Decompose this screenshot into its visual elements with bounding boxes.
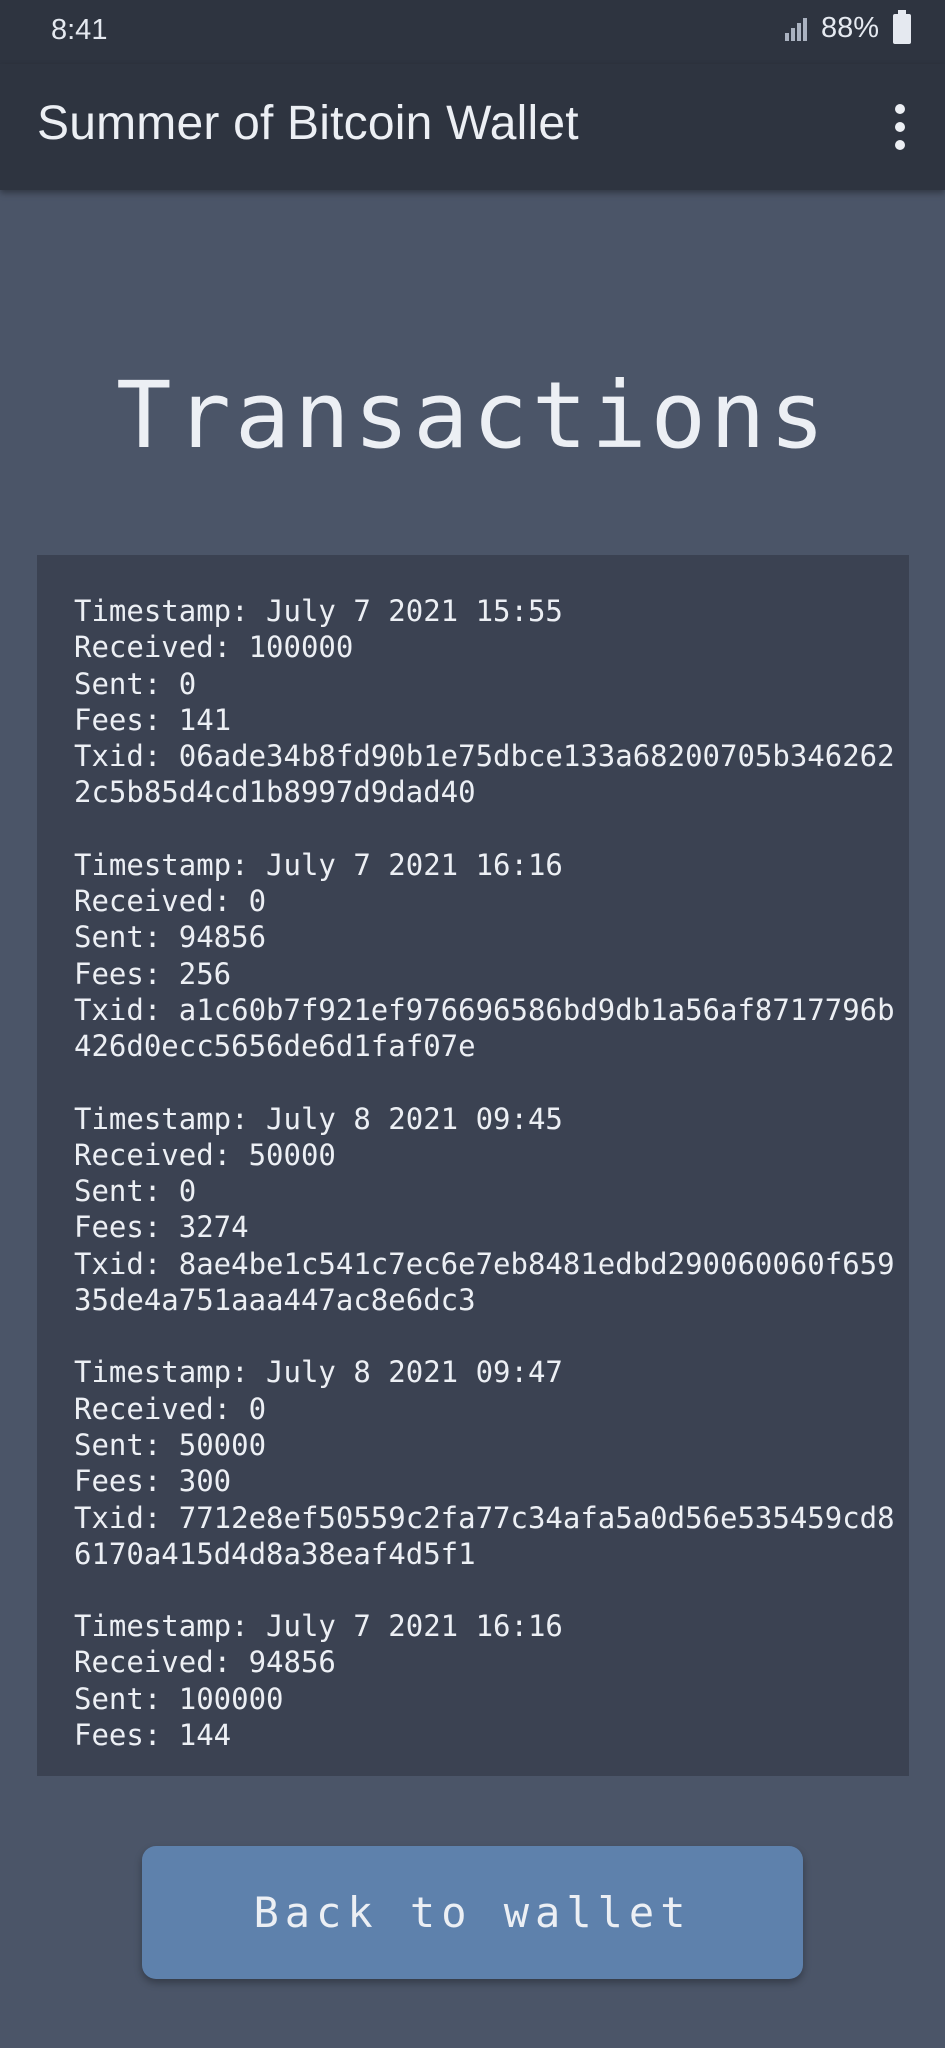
back-to-wallet-button[interactable]: Back to wallet [142,1846,803,1979]
transaction-received: Received: 100000 [74,630,354,665]
transaction-timestamp: Timestamp: July 7 2021 16:16 [74,847,563,882]
transaction-sent: Sent: 94856 [74,920,267,955]
transaction-sent: Sent: 50000 [74,1427,267,1462]
transaction-fees: Fees: 3274 [74,1210,249,1245]
transaction-timestamp: Timestamp: July 8 2021 09:45 [74,1101,563,1136]
transaction-fees: Fees: 300 [74,1464,232,1499]
transaction-received: Received: 0 [74,884,267,919]
transaction-received: Received: 0 [74,1391,267,1426]
transaction-txid: Txid: 7712e8ef50559c2fa77c34afa5a0d56e53… [74,1500,895,1571]
transactions-container: Timestamp: July 7 2021 15:55 Received: 10… [74,593,904,1776]
status-bar: 8:41 88% [0,0,945,64]
transaction-txid: Txid: 8ae4be1c541c7ec6e7eb8481edbd290060… [74,1246,895,1318]
transaction-txid: Txid: 06ade34b8fd90b1e75dbce133a68200705… [74,739,895,810]
transaction-timestamp: Timestamp: July 7 2021 16:16 [74,1609,563,1644]
app-title: Summer of Bitcoin Wallet [37,97,579,150]
status-indicators: 88% [783,9,911,45]
transaction-sent: Sent: 0 [74,1174,197,1209]
transaction-sent: Sent: 0 [74,666,197,701]
signal-icon [783,15,811,43]
transactions-list[interactable]: Timestamp: July 7 2021 15:55 Received: 10… [37,555,909,1776]
transaction-received: Received: 50000 [74,1137,336,1172]
transaction-received: Received: 94856 [74,1645,336,1680]
transaction-fees: Fees: 256 [74,956,232,991]
list-item: Timestamp: July 7 2021 16:16 Received: 94… [74,1608,904,1753]
list-item: Timestamp: July 7 2021 16:16 Received: 0S… [74,847,904,1065]
transaction-fees: Fees: 144 [74,1718,232,1753]
transaction-timestamp: Timestamp: July 8 2021 09:47 [74,1355,563,1390]
transaction-txid: Txid: a1c60b7f921ef976696586bd9db1a56af8… [74,992,895,1064]
transaction-fees: Fees: 141 [74,702,232,737]
more-vert-icon[interactable] [885,104,915,150]
battery-icon [893,9,911,44]
app-bar: Summer of Bitcoin Wallet [0,64,945,190]
transaction-sent: Sent: 100000 [74,1681,284,1716]
list-item: Timestamp: July 7 2021 15:55 Received: 10… [74,593,904,811]
transaction-timestamp: Timestamp: July 7 2021 15:55 [74,594,563,628]
list-item: Timestamp: July 8 2021 09:47 Received: 0S… [74,1354,904,1572]
battery-percentage: 88% [820,12,879,44]
page-title: Transactions [116,362,829,469]
status-time: 8:41 [51,14,108,46]
list-item: Timestamp: July 8 2021 09:45 Received: 50… [74,1101,904,1319]
